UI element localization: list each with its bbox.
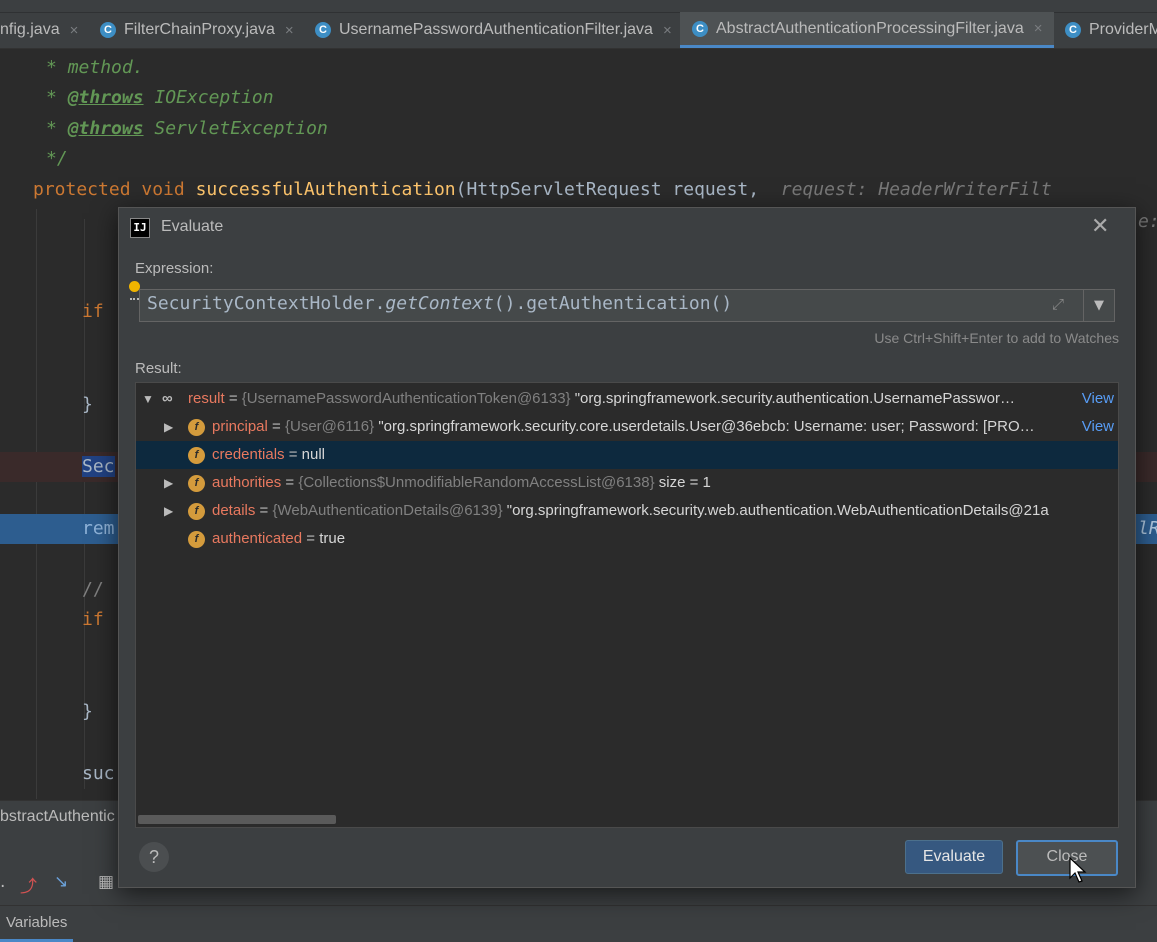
lightbulb-base	[130, 292, 139, 300]
tab-variables[interactable]: Variables	[0, 906, 74, 942]
class-icon: C	[692, 20, 708, 37]
code-line: * @throws ServletException	[46, 118, 328, 139]
collapsed-arrow-icon[interactable]: ▶	[164, 413, 173, 441]
class-icon: C	[315, 22, 331, 38]
field-icon: f	[188, 531, 205, 548]
tab-usernamepasswordauthenticationfilter[interactable]: C UsernamePasswordAuthenticationFilter.j…	[315, 12, 672, 48]
code-line: Sec	[82, 456, 115, 477]
expression-input[interactable]: SecurityContextHolder.getContext().getAu…	[139, 289, 1084, 322]
field-icon: f	[188, 475, 205, 492]
tab-label: UsernamePasswordAuthenticationFilter.jav…	[339, 21, 653, 38]
expression-label: Expression:	[135, 260, 214, 277]
var-type: {User@6116}	[284, 418, 375, 435]
var-value: "org.springframework.security.authentica…	[570, 390, 1015, 407]
tab-label: AbstractAuthenticationProcessingFilter.j…	[716, 19, 1024, 37]
tab-label: FilterChainProxy.java	[124, 21, 275, 38]
history-dropdown-button[interactable]: ▼	[1083, 289, 1115, 322]
field-icon: f	[188, 447, 205, 464]
var-name: result	[188, 390, 225, 407]
breadcrumb-label: bstractAuthentic	[0, 808, 115, 825]
close-icon[interactable]: ×	[1034, 20, 1043, 37]
dot-icon: .	[0, 872, 6, 892]
inline-hint: e:	[1138, 211, 1157, 232]
tree-row-authenticated[interactable]: f authenticated = true	[136, 525, 1118, 553]
tab-abstractauthenticationprocessingfilter[interactable]: C AbstractAuthenticationProcessingFilter…	[680, 12, 1055, 48]
intellij-logo-icon: IJ	[130, 218, 150, 238]
code-line: suc	[82, 763, 115, 784]
run-to-cursor-icon[interactable]: ↘	[54, 872, 68, 892]
field-icon: f	[188, 419, 205, 436]
tab-label: nfig.java	[0, 21, 60, 38]
code-line: * method.	[46, 57, 144, 78]
code-line: }	[82, 701, 93, 722]
var-type: {UsernamePasswordAuthenticationToken@613…	[241, 390, 571, 407]
close-button[interactable]: Close	[1016, 840, 1118, 876]
object-icon: ∞	[162, 390, 173, 407]
dialog-title-bar[interactable]: IJ Evaluate ✕	[119, 208, 1135, 246]
inline-hint: lR	[1138, 518, 1157, 539]
tab-config[interactable]: nfig.java ×	[0, 12, 78, 48]
code-line: rem	[82, 518, 115, 539]
watch-hint: Use Ctrl+Shift+Enter to add to Watches	[874, 330, 1119, 346]
expression-text[interactable]: SecurityContextHolder.getContext().getAu…	[147, 293, 732, 314]
var-name: details	[212, 502, 256, 519]
expand-icon[interactable]: ⤢	[1052, 295, 1064, 313]
var-type: {WebAuthenticationDetails@6139}	[272, 502, 503, 519]
tree-row-principal[interactable]: ▶ f principal = {User@6116} "org.springf…	[136, 413, 1118, 441]
code-line: }	[82, 394, 93, 415]
evaluate-table-icon[interactable]: ▦	[98, 872, 114, 892]
var-value: null	[301, 446, 326, 463]
var-name: principal	[212, 418, 268, 435]
class-icon: C	[100, 22, 116, 38]
code-line: if	[82, 301, 104, 322]
dialog-title: Evaluate	[161, 218, 224, 235]
close-icon[interactable]: ×	[285, 22, 294, 39]
help-button[interactable]: ?	[139, 842, 169, 872]
var-type: {Collections$UnmodifiableRandomAccessLis…	[298, 474, 655, 491]
var-value: true	[319, 530, 346, 547]
evaluate-dialog: IJ Evaluate ✕ Expression: SecurityContex…	[118, 207, 1136, 888]
var-name: credentials	[212, 446, 285, 463]
result-label: Result:	[135, 360, 182, 377]
method-signature: protected void successfulAuthentication(…	[33, 179, 1052, 200]
tree-row-result[interactable]: ▼ ∞ result = {UsernamePasswordAuthentica…	[136, 385, 1118, 413]
var-value: "org.springframework.security.core.userd…	[374, 418, 1035, 435]
collapsed-arrow-icon[interactable]: ▶	[164, 469, 173, 497]
view-link[interactable]: View	[1077, 385, 1114, 413]
indent-guide	[36, 209, 37, 799]
chevron-down-icon: ▼	[1094, 298, 1104, 313]
tree-row-authorities[interactable]: ▶ f authorities = {Collections$Unmodifia…	[136, 469, 1118, 497]
horizontal-scrollbar[interactable]	[138, 815, 336, 824]
close-icon[interactable]: ×	[70, 22, 79, 39]
drop-frame-icon[interactable]: ⤴	[20, 872, 37, 897]
result-tree[interactable]: ▼ ∞ result = {UsernamePasswordAuthentica…	[135, 382, 1119, 828]
class-icon: C	[1065, 22, 1081, 38]
tab-providermanager[interactable]: C ProviderM	[1065, 12, 1157, 48]
tab-label: ProviderM	[1089, 21, 1157, 38]
code-line: */	[46, 148, 68, 169]
var-name: authorities	[212, 474, 282, 491]
tree-row-details[interactable]: ▶ f details = {WebAuthenticationDetails@…	[136, 497, 1118, 525]
expanded-arrow-icon[interactable]: ▼	[142, 385, 154, 413]
code-line: //	[82, 579, 104, 600]
var-name: authenticated	[212, 530, 303, 547]
var-value: "org.springframework.security.web.authen…	[502, 502, 1049, 519]
close-icon[interactable]: ✕	[1091, 214, 1109, 239]
evaluate-button[interactable]: Evaluate	[905, 840, 1003, 874]
debug-panel-tabs: Variables	[0, 905, 1157, 942]
view-link[interactable]: View	[1077, 413, 1114, 441]
code-line: * @throws IOException	[46, 87, 274, 108]
tab-filterchainproxy[interactable]: C FilterChainProxy.java ×	[100, 12, 294, 48]
var-value: size = 1	[654, 474, 711, 491]
collapsed-arrow-icon[interactable]: ▶	[164, 497, 173, 525]
tree-row-credentials[interactable]: f credentials = null	[136, 441, 1118, 469]
mouse-cursor-icon	[1069, 857, 1087, 883]
field-icon: f	[188, 503, 205, 520]
editor-tab-bar: nfig.java × C FilterChainProxy.java × C …	[0, 0, 1157, 49]
close-icon[interactable]: ×	[663, 22, 672, 39]
code-line: if	[82, 609, 104, 630]
